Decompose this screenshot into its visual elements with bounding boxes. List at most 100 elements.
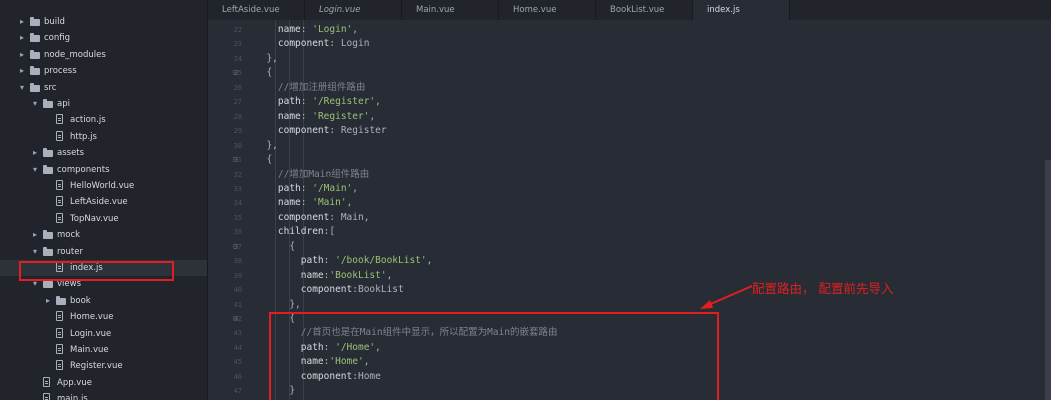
tree-folder[interactable]: ▾ router	[0, 244, 207, 260]
annotation-arrow	[700, 285, 753, 309]
tree-item-label: components	[57, 164, 110, 175]
folder-icon	[30, 66, 40, 76]
tree-highlight-box	[19, 261, 174, 281]
line-number: 36	[233, 228, 242, 237]
tree-file[interactable]: Main.vue	[0, 342, 207, 358]
editor-tab[interactable]: Main.vue	[402, 0, 499, 20]
tree-folder[interactable]: ▸ process	[0, 63, 207, 79]
code-line: 33 path: '/Main',	[208, 182, 1051, 196]
file-icon	[56, 212, 63, 223]
file-tree-sidebar: ▸ build ▸ config ▸ node_modules ▸ process ▾ src ▾ a…	[0, 0, 208, 400]
chevron-right-icon[interactable]: ▸	[17, 30, 27, 46]
tree-item-label: TopNav.vue	[70, 213, 119, 224]
editor-tab[interactable]: Home.vue	[499, 0, 596, 20]
tree-file[interactable]: main.js	[0, 391, 207, 400]
tree-folder[interactable]: ▸ build	[0, 14, 207, 30]
tree-item-label: LeftAside.vue	[70, 197, 128, 208]
chevron-right-icon[interactable]: ▸	[17, 14, 27, 30]
tree-file[interactable]: action.js	[0, 112, 207, 128]
code-line: 24 },	[208, 52, 1051, 66]
code-line: 34 name: 'Main',	[208, 196, 1051, 210]
tree-file[interactable]: Home.vue	[0, 309, 207, 325]
code-text: component: Main,	[277, 211, 370, 223]
code-line: 40 component:BookList	[208, 283, 1051, 297]
line-number: 44	[233, 343, 242, 352]
line-number: 43	[233, 329, 242, 338]
tree-item-label: assets	[57, 148, 85, 159]
folder-icon	[30, 82, 40, 92]
line-number: 26	[233, 83, 242, 92]
line-number: 24	[233, 54, 242, 63]
line-number: 42	[233, 315, 242, 323]
tree-file[interactable]: http.js	[0, 129, 207, 145]
chevron-down-icon[interactable]: ▾	[30, 244, 40, 260]
file-icon	[56, 114, 63, 125]
tree-folder[interactable]: ▸ mock	[0, 227, 207, 243]
line-number: 35	[233, 213, 242, 222]
line-number: 29	[233, 127, 242, 136]
tree-folder[interactable]: ▾ api	[0, 96, 207, 112]
tree-file[interactable]: LeftAside.vue	[0, 194, 207, 210]
tree-file[interactable]: Register.vue	[0, 358, 207, 374]
code-text: path: '/Main',	[277, 182, 359, 194]
file-icon	[56, 130, 63, 141]
tree-folder[interactable]: ▸ book	[0, 293, 207, 309]
fold-icon[interactable]: ⊟	[233, 312, 238, 326]
fold-icon[interactable]: ⊟	[233, 66, 238, 80]
code-text: },	[255, 139, 278, 151]
line-number: 22	[233, 26, 242, 34]
code-text: path: '/Register',	[277, 96, 381, 108]
tree-folder[interactable]: ▾ components	[0, 162, 207, 178]
code-text: //增加Main组件路由	[277, 168, 370, 180]
line-number: 30	[233, 141, 242, 150]
fold-icon[interactable]: ⊟	[233, 240, 238, 254]
editor-tab[interactable]: LeftAside.vue	[208, 0, 305, 20]
code-text: {	[255, 154, 273, 166]
chevron-right-icon[interactable]: ▸	[30, 227, 40, 243]
code-line: 38 path: '/book/BookList',	[208, 254, 1051, 268]
chevron-right-icon[interactable]: ▸	[43, 293, 53, 309]
chevron-down-icon[interactable]: ▾	[30, 96, 40, 112]
fold-icon[interactable]: ⊟	[233, 153, 238, 167]
code-text: component:BookList	[300, 284, 404, 296]
editor-tab-bar: LeftAside.vue Login.vue Main.vue Home.vue Bo…	[208, 0, 1051, 20]
chevron-right-icon[interactable]: ▸	[30, 145, 40, 161]
code-line: 29 component: Register	[208, 124, 1051, 138]
tree-item-label: Home.vue	[70, 312, 114, 323]
code-line: 36 children:[	[208, 225, 1051, 239]
tree-item-label: api	[57, 99, 70, 109]
tree-item-label: Main.vue	[70, 345, 109, 355]
annotation-text: 配置路由， 配置前先导入	[752, 281, 894, 296]
chevron-down-icon[interactable]: ▾	[30, 162, 40, 178]
tree-item-label: router	[57, 246, 83, 257]
chevron-right-icon[interactable]: ▸	[17, 47, 27, 63]
tree-file[interactable]: TopNav.vue	[0, 211, 207, 227]
code-line: 35 component: Main,	[208, 211, 1051, 225]
chevron-down-icon[interactable]: ▾	[17, 80, 27, 96]
tree-folder[interactable]: ▸ config	[0, 30, 207, 46]
folder-icon	[43, 148, 53, 158]
folder-icon	[30, 17, 40, 26]
tree-file[interactable]: App.vue	[0, 375, 207, 391]
editor-tab[interactable]: Login.vue	[305, 0, 402, 20]
tree-folder[interactable]: ▾ src	[0, 80, 207, 96]
chevron-right-icon[interactable]: ▸	[17, 63, 27, 79]
tree-item-label: mock	[57, 230, 81, 241]
line-number: 46	[233, 372, 242, 381]
tree-file[interactable]: HelloWorld.vue	[0, 178, 207, 194]
tree-item-label: App.vue	[57, 377, 92, 388]
tree-file[interactable]: Login.vue	[0, 326, 207, 342]
code-line: 27 path: '/Register',	[208, 95, 1051, 109]
tree-folder[interactable]: ▸ assets	[0, 145, 207, 161]
tree-folder[interactable]: ▸ node_modules	[0, 47, 207, 63]
file-icon	[56, 344, 63, 354]
code-line: 39 name:'BookList',	[208, 269, 1051, 283]
tree-item-label: node_modules	[44, 49, 106, 60]
line-number: 40	[233, 286, 242, 295]
editor-tab[interactable]: BookList.vue	[596, 0, 693, 20]
file-icon	[56, 180, 63, 190]
editor-tab[interactable]: index.js	[693, 0, 790, 20]
line-number: 23	[233, 40, 242, 49]
line-number: 45	[233, 358, 242, 367]
code-text: component: Login	[277, 38, 370, 50]
